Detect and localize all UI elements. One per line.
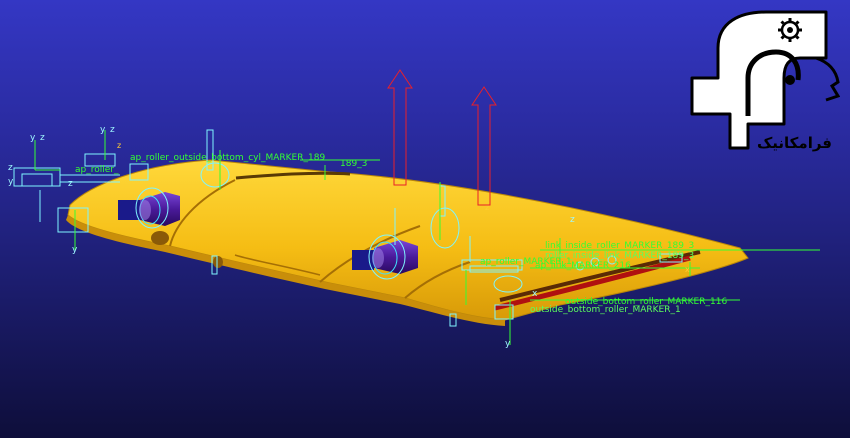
axis-label: y bbox=[100, 125, 106, 135]
marker-label[interactable]: 189_3 bbox=[340, 159, 367, 169]
marker-label[interactable]: ap_roller_ bbox=[75, 165, 119, 175]
axis-label: z bbox=[110, 125, 115, 135]
marker-label[interactable]: ap_roller_outside_bottom_cyl_MARKER_189 bbox=[130, 153, 325, 163]
axis-label: z bbox=[40, 133, 45, 143]
axis-label: y bbox=[72, 245, 78, 255]
axis-label: y bbox=[505, 339, 511, 349]
axis-label: x bbox=[532, 289, 538, 299]
gear-icon bbox=[778, 18, 802, 42]
axis-label: y bbox=[30, 133, 36, 143]
axis-label: z bbox=[570, 215, 575, 225]
axis-label: x bbox=[685, 265, 690, 274]
marker-label[interactable]: ap_roller_MARKER_1 bbox=[480, 257, 572, 267]
roller bbox=[151, 231, 169, 245]
force-arrow[interactable] bbox=[471, 86, 497, 206]
axis-label: z bbox=[485, 203, 489, 212]
axis-label: z bbox=[402, 183, 406, 192]
axis-label: z bbox=[68, 179, 73, 189]
marker-label[interactable]: link_inside_roller_MARKER_189_3 bbox=[545, 241, 694, 251]
brand-logo: فرامکانیک bbox=[688, 8, 841, 154]
force-arrow[interactable] bbox=[387, 69, 413, 186]
roller bbox=[213, 256, 223, 268]
axis-label: z bbox=[8, 163, 13, 173]
brand-name: فرامکانیک bbox=[756, 134, 832, 152]
marker-label[interactable]: outside_bottom_roller_MARKER_1 bbox=[530, 305, 681, 315]
axis-label: z bbox=[117, 141, 121, 150]
axis-label: y bbox=[8, 177, 14, 187]
3d-model-viewport[interactable]: ap_roller_ ap_roller_outside_bottom_cyl_… bbox=[0, 0, 850, 438]
